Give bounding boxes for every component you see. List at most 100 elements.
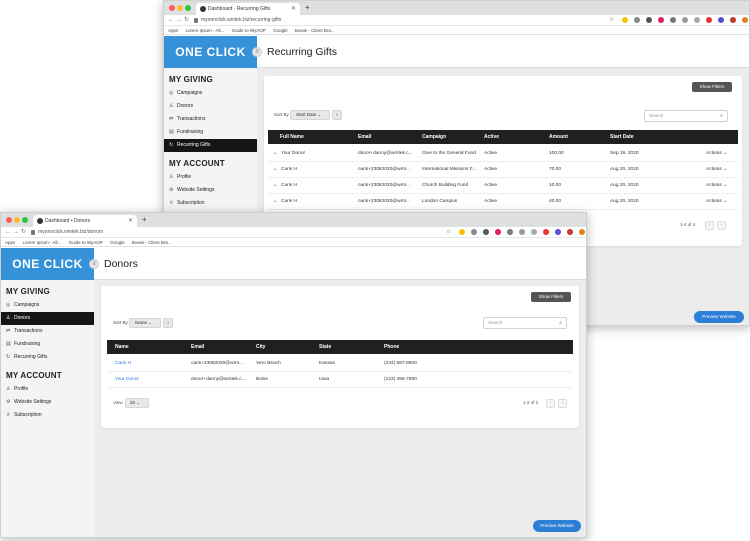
browser-tab[interactable]: Dashboard • Donors ✕ (33, 215, 137, 227)
column-header[interactable]: Name (115, 340, 129, 354)
sidebar-item-recurring-gifts[interactable]: ↻ Recurring Gifts (1, 351, 94, 364)
table-row[interactable]: Your Donor donor+danny@wmtek.c... Boise … (107, 372, 573, 388)
sidebar-item-donors[interactable]: ♙ Donors (164, 100, 257, 113)
forward-arrow-icon[interactable]: → (13, 227, 19, 238)
bookmark-item[interactable]: Bowie - Client Bra... (295, 28, 335, 33)
sidebar-item-recurring-gifts[interactable]: ↻ Recurring Gifts (164, 139, 257, 152)
search-icon[interactable]: ⌕ (720, 111, 723, 121)
sort-by-select[interactable]: Start Date ⌄ (290, 110, 330, 120)
table-row[interactable]: ⌄ Your Donor donor+danny@wmtek.c... Give… (268, 146, 738, 162)
column-header[interactable]: State (319, 340, 331, 354)
extension-icon[interactable] (646, 17, 652, 23)
extension-icon[interactable] (706, 17, 712, 23)
expand-chevron-icon[interactable]: ⌄ (273, 146, 277, 162)
new-tab-icon[interactable]: + (305, 2, 310, 14)
sidebar-item-campaigns[interactable]: ◎ Campaigns (1, 299, 94, 312)
next-page-button[interactable]: › (558, 399, 567, 408)
expand-chevron-icon[interactable]: ⌄ (273, 178, 277, 194)
actions-dropdown[interactable]: Actions ⌄ (706, 146, 727, 162)
sidebar-item-profile[interactable]: ♙ Profile (164, 171, 257, 184)
reload-icon[interactable]: ↻ (21, 227, 26, 238)
reload-icon[interactable]: ↻ (184, 15, 189, 26)
bookmark-item[interactable]: Google (110, 240, 125, 245)
star-icon[interactable]: ☆ (609, 15, 614, 26)
extension-icon[interactable] (519, 229, 525, 235)
extension-icon[interactable] (718, 17, 724, 23)
next-page-button[interactable]: › (717, 221, 726, 230)
back-arrow-icon[interactable]: ← (5, 227, 11, 238)
column-header[interactable]: Campaign (422, 130, 446, 144)
donor-name-link[interactable]: Caris H (115, 356, 131, 372)
minimize-window-button[interactable] (14, 217, 20, 223)
bookmark-item[interactable]: Bowie - Client Bra... (132, 240, 172, 245)
sort-direction-button[interactable]: ↓ (163, 318, 173, 328)
sidebar-item-donors[interactable]: ♙ Donors (1, 312, 94, 325)
preview-website-button[interactable]: Preview Website (533, 520, 581, 532)
bookmark-item[interactable]: Google (273, 28, 288, 33)
extension-icon[interactable] (567, 229, 573, 235)
extension-icon[interactable] (483, 229, 489, 235)
forward-arrow-icon[interactable]: → (176, 15, 182, 26)
close-tab-icon[interactable]: ✕ (291, 3, 296, 15)
sidebar-item-website-settings[interactable]: ⚙ Website Settings (164, 184, 257, 197)
prev-page-button[interactable]: ‹ (546, 399, 555, 408)
back-arrow-icon[interactable]: ← (168, 15, 174, 26)
extension-icon[interactable] (507, 229, 513, 235)
extension-icon[interactable] (471, 229, 477, 235)
extension-icon[interactable] (730, 17, 736, 23)
extension-icon[interactable] (495, 229, 501, 235)
collapse-sidebar-button[interactable]: ≡ (89, 259, 99, 269)
minimize-window-button[interactable] (177, 5, 183, 11)
bookmark-apps[interactable]: Apps (168, 28, 178, 33)
extension-icon[interactable] (658, 17, 664, 23)
table-row[interactable]: ⌄ Caris H caris+23082020@wmt... Internat… (268, 162, 738, 178)
sort-by-select[interactable]: Name ⌄ (129, 318, 161, 328)
sidebar-item-subscription[interactable]: ♕ Subscription (164, 197, 257, 210)
sidebar-item-subscription[interactable]: ♕ Subscription (1, 409, 94, 422)
column-header[interactable]: Full Name (280, 130, 304, 144)
table-row[interactable]: Caris H caris+23082020@wmt... Vero Beach… (107, 356, 573, 372)
maximize-window-button[interactable] (22, 217, 28, 223)
extension-icon[interactable] (459, 229, 465, 235)
column-header[interactable]: City (256, 340, 265, 354)
profile-avatar-icon[interactable] (579, 229, 585, 235)
star-icon[interactable]: ☆ (446, 227, 451, 238)
close-window-button[interactable] (169, 5, 175, 11)
expand-chevron-icon[interactable]: ⌄ (273, 162, 277, 178)
extension-icon[interactable] (531, 229, 537, 235)
prev-page-button[interactable]: ‹ (705, 221, 714, 230)
show-filters-button[interactable]: Show Filters (531, 292, 571, 302)
search-input[interactable]: Search ⌕ (644, 110, 728, 122)
profile-avatar-icon[interactable] (742, 17, 748, 23)
preview-website-button[interactable]: Preview Website (694, 311, 744, 323)
sidebar-item-website-settings[interactable]: ⚙ Website Settings (1, 396, 94, 409)
sidebar-item-fundraising[interactable]: ▤ Fundraising (164, 126, 257, 139)
sidebar-item-transactions[interactable]: ⇄ Transactions (1, 325, 94, 338)
table-row[interactable]: ⌄ Caris H caris+23082020@wmt... London C… (268, 194, 738, 210)
column-header[interactable]: Active (484, 130, 499, 144)
close-window-button[interactable] (6, 217, 12, 223)
donor-name-link[interactable]: Your Donor (115, 372, 139, 388)
bookmark-item[interactable]: Guide to WyAOP (232, 28, 266, 33)
column-header[interactable]: Phone (384, 340, 399, 354)
page-size-select[interactable]: 25 ⌄ (125, 398, 149, 408)
sidebar-item-profile[interactable]: ♙ Profile (1, 383, 94, 396)
actions-dropdown[interactable]: Actions ⌄ (706, 162, 727, 178)
column-header[interactable]: Amount (549, 130, 568, 144)
new-tab-icon[interactable]: + (142, 214, 147, 226)
column-header[interactable]: Email (358, 130, 371, 144)
bookmark-item[interactable]: Guide to WyAOP (69, 240, 103, 245)
url-field[interactable]: myonnclick.wmtek.biz/recurring-gifts (194, 16, 281, 25)
sort-direction-button[interactable]: ↓ (332, 110, 342, 120)
sidebar-item-transactions[interactable]: ⇄ Transactions (164, 113, 257, 126)
bookmark-item[interactable]: Lorem Ipsum - All... (23, 240, 62, 245)
logo[interactable]: ONE CLICK (164, 36, 257, 68)
show-filters-button[interactable]: Show Filters (692, 82, 732, 92)
sidebar-item-fundraising[interactable]: ▤ Fundraising (1, 338, 94, 351)
search-input[interactable]: Search ⌕ (483, 317, 567, 329)
extension-icon[interactable] (543, 229, 549, 235)
expand-chevron-icon[interactable]: ⌄ (273, 194, 277, 210)
extension-icon[interactable] (682, 17, 688, 23)
close-tab-icon[interactable]: ✕ (128, 215, 133, 227)
extension-icon[interactable] (555, 229, 561, 235)
